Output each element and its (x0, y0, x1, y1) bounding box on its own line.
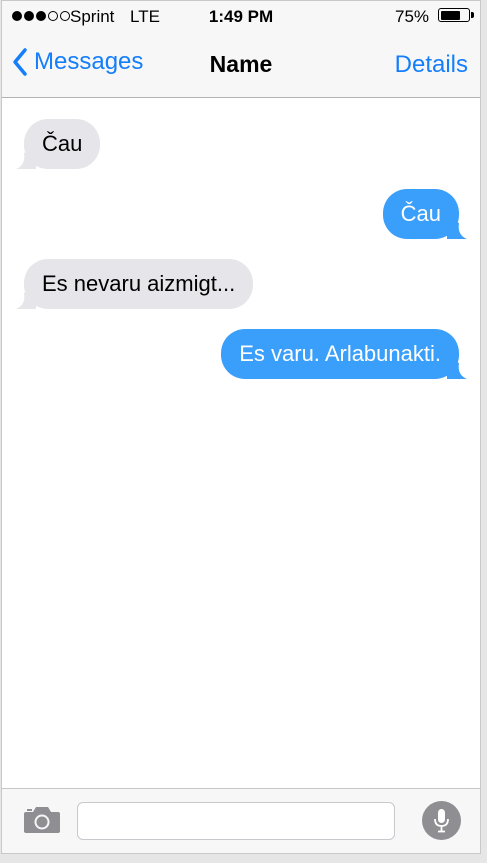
microphone-icon (434, 809, 449, 833)
battery-tip (471, 12, 474, 18)
message-text: Es varu. Arlabunakti. (239, 341, 441, 366)
camera-icon (24, 807, 60, 833)
navigation-bar: Messages Name Details (2, 33, 480, 98)
message-text: Čau (42, 131, 83, 156)
bubble-tail (16, 149, 36, 169)
bubble-tail (447, 219, 467, 239)
message-bubble-incoming[interactable]: Čau (16, 119, 101, 169)
message-input-bar (2, 788, 480, 853)
message-bubble-outgoing[interactable]: Čau (382, 189, 467, 239)
battery-level-fill (440, 10, 460, 20)
status-bar: Sprint LTE 1:49 PM 75% (2, 1, 480, 33)
message-text-field[interactable] (77, 802, 395, 840)
message-text: Čau (400, 201, 441, 226)
camera-button[interactable] (22, 805, 62, 840)
battery-icon (438, 8, 470, 22)
message-bubble-incoming[interactable]: Es nevaru aizmigt... (16, 259, 254, 309)
details-button[interactable]: Details (395, 51, 468, 79)
message-bubble-outgoing[interactable]: Es varu. Arlabunakti. (221, 329, 467, 379)
battery-percent: 75% (395, 7, 430, 26)
message-thread[interactable]: Čau Čau Es nevaru aizmigt... Es varu. Ar… (2, 98, 480, 788)
bubble-tail (447, 359, 467, 379)
bubble-tail (16, 289, 36, 309)
messages-screen: Sprint LTE 1:49 PM 75% Messages Name Det… (1, 0, 481, 854)
message-text: Es nevaru aizmigt... (42, 271, 236, 296)
microphone-button[interactable] (422, 801, 461, 840)
